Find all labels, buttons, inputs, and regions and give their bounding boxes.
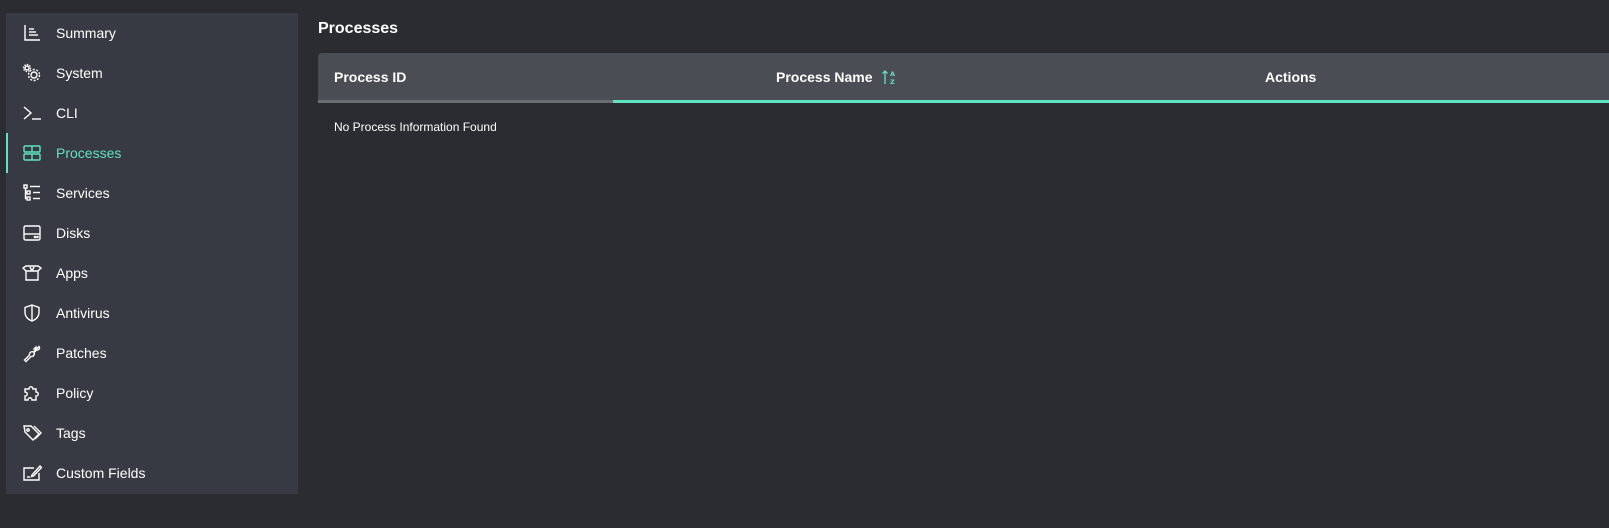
sidebar-item-summary[interactable]: Summary: [6, 13, 298, 53]
wrench-icon: [22, 343, 42, 363]
loading-progress-bar: [318, 100, 1609, 103]
edit-field-icon: [22, 463, 42, 483]
sidebar-item-label: Summary: [56, 25, 116, 41]
sidebar-item-label: Patches: [56, 345, 107, 361]
puzzle-icon: [22, 383, 42, 403]
sidebar-item-label: Antivirus: [56, 305, 110, 321]
sidebar-item-patches[interactable]: Patches: [6, 333, 298, 373]
list-tree-icon: [22, 183, 42, 203]
gears-icon: [22, 63, 42, 83]
sidebar-item-processes[interactable]: Processes: [6, 133, 298, 173]
sidebar-item-antivirus[interactable]: Antivirus: [6, 293, 298, 333]
sidebar-item-apps[interactable]: Apps: [6, 253, 298, 293]
sidebar-item-tags[interactable]: Tags: [6, 413, 298, 453]
sidebar-item-cli[interactable]: CLI: [6, 93, 298, 133]
column-header-process-id[interactable]: Process ID: [334, 53, 406, 100]
sort-alpha-asc-icon[interactable]: A Z: [881, 69, 897, 85]
column-header-actions: Actions: [1265, 53, 1316, 100]
sidebar-item-label: Disks: [56, 225, 91, 241]
column-header-process-name[interactable]: Process Name A Z: [776, 53, 897, 100]
table-header: Process ID Process Name A Z Actions: [318, 53, 1609, 100]
sidebar-item-policy[interactable]: Policy: [6, 373, 298, 413]
shield-icon: [22, 303, 42, 323]
sidebar-item-label: Custom Fields: [56, 465, 146, 481]
chart-axis-icon: [22, 23, 42, 43]
hard-drive-icon: [22, 223, 42, 243]
sidebar-item-label: Services: [56, 185, 110, 201]
sidebar-item-label: Policy: [56, 385, 94, 401]
terminal-icon: [22, 103, 42, 123]
box-open-icon: [22, 263, 42, 283]
sidebar-item-system[interactable]: System: [6, 53, 298, 93]
tags-icon: [22, 423, 42, 443]
sidebar-item-label: System: [56, 65, 103, 81]
sidebar-item-label: Processes: [56, 145, 122, 161]
layers-icon: [22, 143, 42, 163]
svg-text:A: A: [890, 70, 895, 78]
sidebar: Summary System CLI Processes Services Di…: [6, 13, 298, 494]
sidebar-item-label: Tags: [56, 425, 86, 441]
svg-text:Z: Z: [890, 78, 895, 85]
page-title: Processes: [318, 20, 399, 37]
column-header-label: Process ID: [334, 68, 407, 85]
sidebar-item-custom-fields[interactable]: Custom Fields: [6, 453, 298, 493]
sidebar-item-services[interactable]: Services: [6, 173, 298, 213]
sidebar-item-disks[interactable]: Disks: [6, 213, 298, 253]
empty-state-message: No Process Information Found: [334, 120, 497, 134]
loading-progress-fill: [613, 100, 1609, 103]
column-header-label: Actions: [1265, 68, 1317, 85]
column-header-label: Process Name: [776, 68, 873, 85]
sidebar-item-label: Apps: [56, 265, 88, 281]
sidebar-item-label: CLI: [56, 105, 78, 121]
